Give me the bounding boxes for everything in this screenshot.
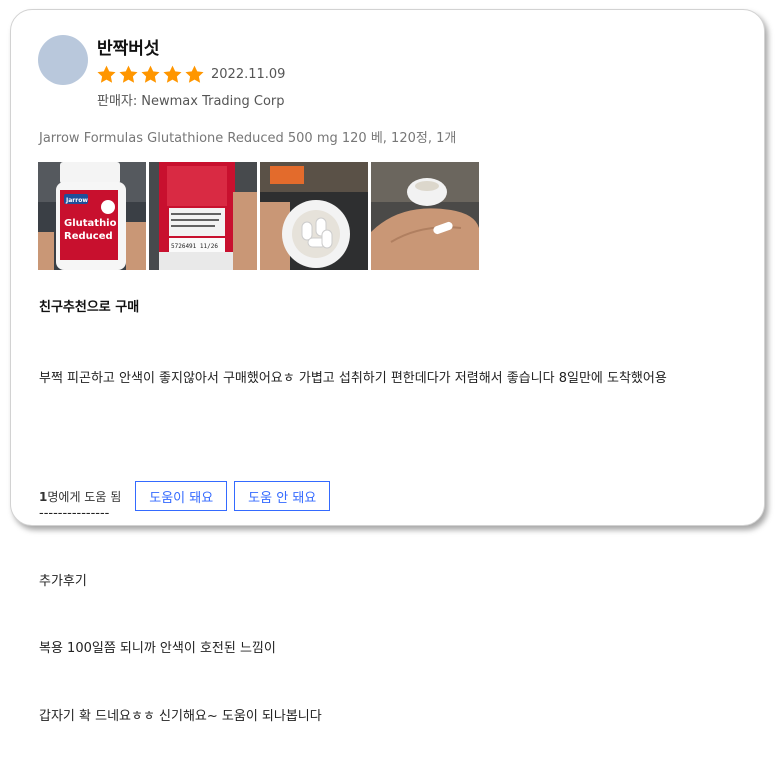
star-icon (96, 64, 117, 85)
helpful-count-suffix: 명에게 도움 됨 (47, 489, 122, 504)
svg-text:5726491 11/26: 5726491 11/26 (171, 243, 218, 250)
photo-bottle-back[interactable]: 5726491 11/26 (149, 162, 257, 270)
review-author: 반짝버섯 (97, 39, 160, 59)
review-body-line: 복용 100일쯤 되니까 안색이 호전된 느낌이 (39, 641, 276, 656)
rating-row: 2022.11.09 (96, 63, 285, 85)
star-icon (184, 64, 205, 85)
product-name: Jarrow Formulas Glutathione Reduced 500 … (39, 131, 457, 146)
review-headline: 친구추천으로 구매 (39, 300, 140, 315)
review-body: 부쩍 피곤하고 안색이 좋지않아서 구매했어요ㅎ 가볍고 섭취하기 편한데다가 … (39, 323, 667, 773)
review-date: 2022.11.09 (211, 66, 286, 82)
svg-text:Glutathio: Glutathio (64, 218, 117, 229)
svg-text:Reduced: Reduced (64, 231, 113, 242)
review-card: 반짝버섯 2022.11.09 판매자: Newmax Trading Corp … (10, 9, 765, 724)
photo-bottle-front[interactable]: Jarrow Glutathio Reduced (38, 162, 146, 270)
seller-label: 판매자: (97, 94, 138, 109)
review-body-line (39, 436, 667, 459)
photo-open-bottle[interactable] (260, 162, 368, 270)
photo-strip: Jarrow Glutathio Reduced 5726491 11/26 (38, 162, 479, 270)
helpful-count: 1명에게 도움 됨 (39, 488, 121, 505)
svg-text:Jarrow: Jarrow (65, 197, 88, 204)
photo-capsule-in-hand[interactable] (371, 162, 479, 270)
seller-info: 판매자: Newmax Trading Corp (97, 90, 285, 109)
not-helpful-button[interactable]: 도움 안 돼요 (234, 481, 331, 511)
star-icon (118, 64, 139, 85)
helpful-button[interactable]: 도움이 돼요 (135, 481, 228, 511)
seller-name: Newmax Trading Corp (141, 94, 285, 109)
review-body-line: 추가후기 (39, 573, 87, 589)
helpful-row: 1명에게 도움 됨 도움이 돼요 도움 안 돼요 (39, 481, 337, 511)
review-body-line: 갑자기 확 드네요ㅎㅎ 신기해요~ 도움이 되나봅니다 (39, 708, 322, 724)
star-icon (140, 64, 161, 85)
star-icon (162, 64, 183, 85)
avatar (38, 35, 88, 85)
review-body-line: 부쩍 피곤하고 안색이 좋지않아서 구매했어요ㅎ 가볍고 섭취하기 편한데다가 … (39, 371, 667, 386)
star-rating (96, 64, 205, 85)
